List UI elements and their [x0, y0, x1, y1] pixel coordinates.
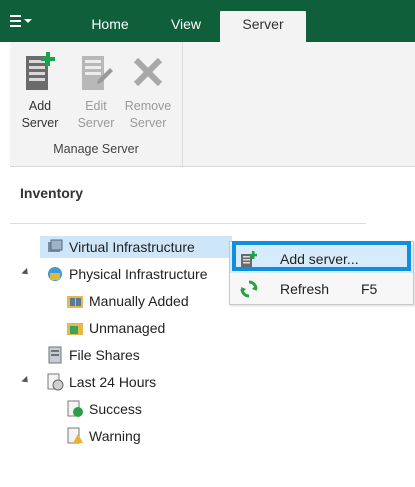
tab-view[interactable]: View	[160, 11, 212, 42]
tree-item-label: Physical Infrastructure	[69, 266, 208, 282]
hamburger-menu-button[interactable]	[10, 10, 44, 32]
remove-server-label-1: Remove	[124, 99, 172, 113]
context-menu-label: Refresh	[280, 281, 330, 297]
tab-server[interactable]: Server	[220, 11, 306, 42]
add-server-label-2: Server	[21, 116, 59, 130]
hamburger-menu-icon	[10, 15, 21, 27]
chevron-down-icon	[24, 19, 32, 23]
warning-icon	[67, 427, 83, 444]
edit-server-icon	[82, 56, 113, 90]
content-area	[366, 167, 415, 487]
edit-server-label-1: Edit	[85, 99, 107, 113]
tree-item-file-shares[interactable]: File Shares	[46, 344, 140, 366]
remove-server-button[interactable]: Remove Server	[122, 50, 174, 132]
tree-item-label: Last 24 Hours	[69, 374, 157, 390]
tree-item-manually-added[interactable]: Manually Added	[66, 290, 189, 312]
virtual-infrastructure-icon	[48, 239, 63, 252]
inventory-panel: Inventory	[10, 167, 367, 487]
add-server-button[interactable]: Add Server	[14, 50, 66, 132]
add-server-label-1: Add	[28, 99, 52, 113]
tab-home[interactable]: Home	[78, 11, 142, 42]
edit-server-label-2: Server	[77, 116, 115, 130]
tree-item-label: Warning	[89, 428, 141, 444]
unmanaged-icon	[67, 323, 83, 335]
manually-added-icon	[67, 296, 83, 308]
file-shares-icon	[48, 346, 62, 364]
tree-item-unmanaged[interactable]: Unmanaged	[66, 317, 165, 339]
remove-server-label-2: Server	[129, 116, 167, 130]
tree-item-last-24-hours[interactable]: Last 24 Hours	[46, 371, 156, 393]
edit-server-button[interactable]: Edit Server	[70, 50, 122, 132]
panel-divider	[10, 223, 366, 224]
tree-item-label: Virtual Infrastructure	[69, 239, 195, 255]
add-server-icon	[26, 52, 55, 90]
success-icon	[67, 400, 83, 417]
last-24-hours-icon	[47, 373, 64, 391]
physical-infrastructure-icon	[48, 267, 62, 281]
tree-item-label: Manually Added	[89, 293, 189, 309]
shortcut-key: F5	[361, 281, 378, 297]
tree-item-label: Unmanaged	[89, 320, 166, 336]
tree-item-label: File Shares	[69, 347, 140, 363]
context-menu-add-server[interactable]: Add server...	[230, 245, 413, 273]
context-menu-label: Add server...	[280, 251, 359, 267]
tree-item-success[interactable]: Success	[66, 398, 142, 420]
ribbon-tab-bar: Home View Server	[0, 0, 415, 42]
tree-item-label: Success	[89, 401, 142, 417]
ribbon-panel: Add Server Edit Server Remove Server Man…	[10, 42, 415, 167]
tree-item-warning[interactable]: Warning	[66, 425, 141, 447]
manage-server-group: Add Server Edit Server Remove Server Man…	[10, 42, 183, 166]
refresh-icon	[240, 280, 258, 298]
context-menu-refresh[interactable]: Refresh F5	[230, 275, 413, 303]
ribbon-group-label: Manage Server	[53, 142, 139, 156]
context-menu: Add server... Refresh F5	[229, 241, 414, 305]
tree-item-virtual-infrastructure[interactable]: Virtual Infrastructure	[40, 236, 232, 258]
tree-item-physical-infrastructure[interactable]: Physical Infrastructure	[46, 263, 208, 285]
inventory-title: Inventory	[20, 185, 84, 201]
remove-icon	[133, 57, 163, 87]
add-server-icon	[241, 251, 257, 267]
